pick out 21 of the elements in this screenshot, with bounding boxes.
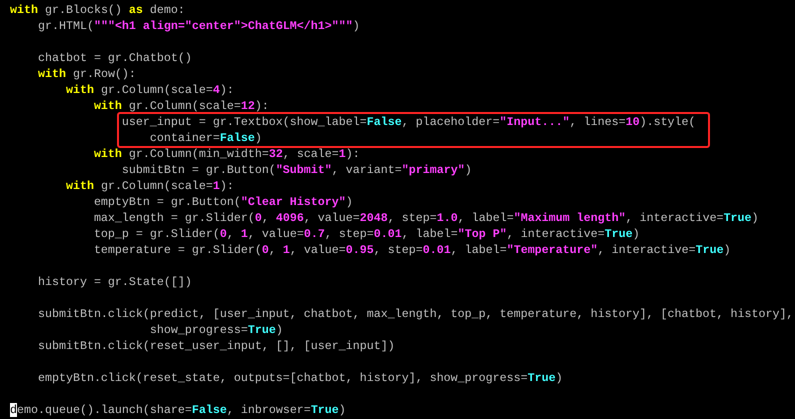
code-line: history = gr.State([])	[36, 274, 193, 290]
code-line: submitBtn = gr.Button("Submit", variant="primary")	[120, 162, 473, 178]
code-line: max_length = gr.Slider(0, 4096, value=2048, step=1.0, label="Maximum length", interactive=True)	[92, 210, 760, 226]
code-line: with gr.Blocks() as demo:	[10, 2, 186, 18]
code-line: show_progress=True)	[148, 322, 284, 338]
code-line: container=False)	[148, 130, 263, 146]
code-line: emptyBtn = gr.Button("Clear History")	[92, 194, 354, 210]
code-line: gr.HTML("""<h1 align="center">ChatGLM</h1>""")	[36, 18, 361, 34]
code-line: user_input = gr.Textbox(show_label=False, placeholder="Input...", lines=10).style(	[122, 114, 696, 130]
code-line: emptyBtn.click(reset_state, outputs=[chatbot, history], show_progress=True)	[36, 370, 564, 386]
code-line: top_p = gr.Slider(0, 1, value=0.7, step=0.01, label="Top P", interactive=True)	[92, 226, 641, 242]
code-line: with gr.Column(scale=4):	[64, 82, 235, 98]
code-line: submitBtn.click(predict, [user_input, chatbot, max_length, top_p, temperature, history], [chatbot, history],	[36, 306, 794, 322]
code-line: temperature = gr.Slider(0, 1, value=0.95, step=0.01, label="Temperature", interactive=True)	[92, 242, 732, 258]
code-line: with gr.Column(scale=1):	[64, 178, 235, 194]
code-line: with gr.Column(scale=12):	[92, 98, 270, 114]
code-line: with gr.Row():	[36, 66, 137, 82]
code-line: demo.queue().launch(share=False, inbrowser=True)	[10, 402, 347, 418]
code-line: chatbot = gr.Chatbot()	[36, 50, 193, 66]
code-line: with gr.Column(min_width=32, scale=1):	[92, 146, 361, 162]
code-line: submitBtn.click(reset_user_input, [], [user_input])	[36, 338, 396, 354]
